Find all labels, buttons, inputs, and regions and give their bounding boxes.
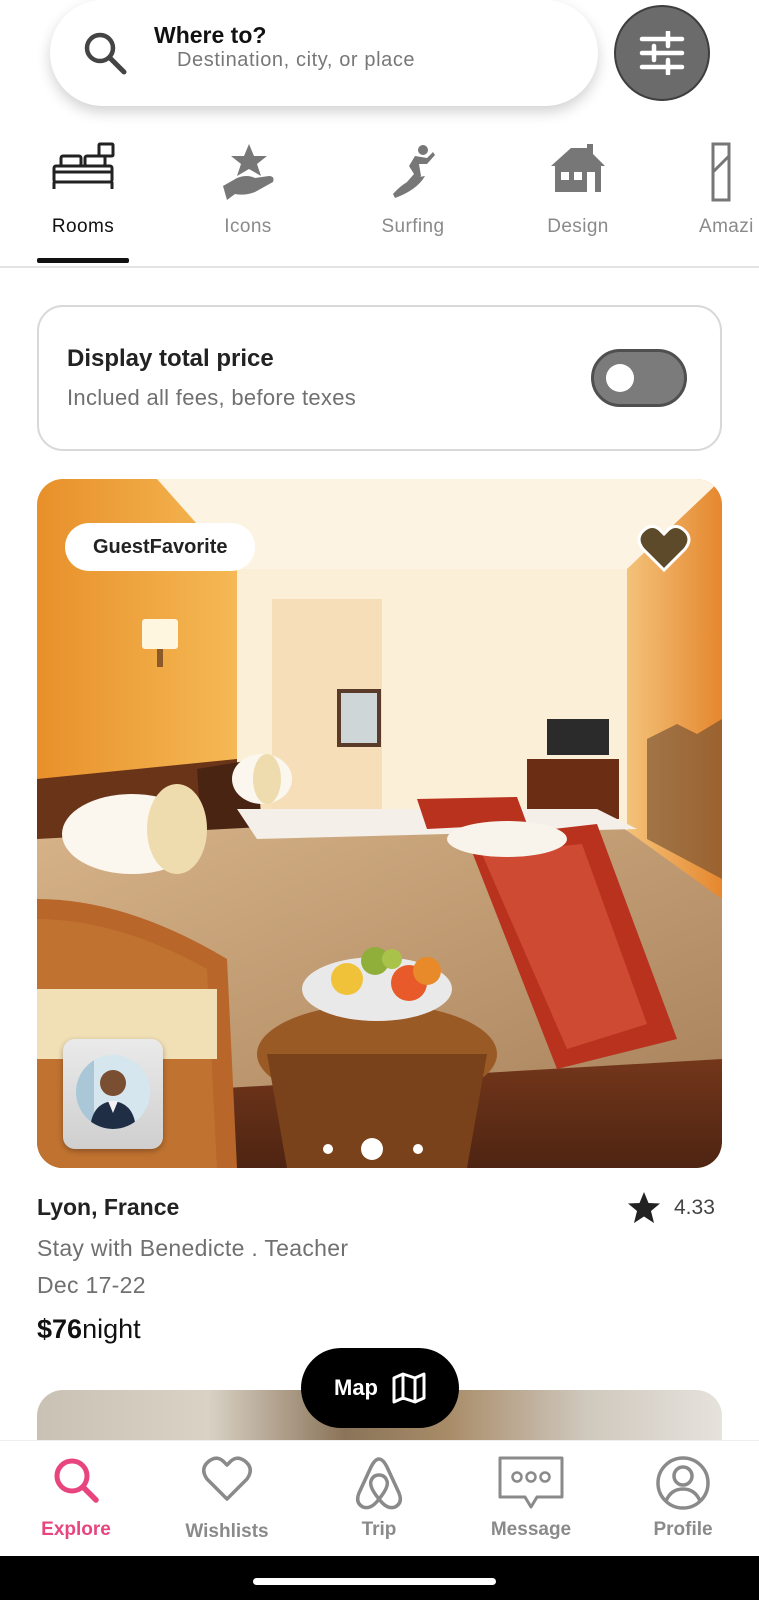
category-label: Rooms — [51, 216, 115, 237]
category-design[interactable]: Design — [518, 138, 638, 266]
toggle-knob — [606, 364, 634, 392]
surfer-icon — [393, 145, 435, 198]
listing-photo[interactable]: GuestFavorite — [37, 479, 722, 1168]
map-button[interactable]: Map — [301, 1348, 459, 1428]
guest-favorite-badge: GuestFavorite — [65, 523, 256, 571]
host-photo — [76, 1055, 150, 1129]
search-placeholder: Destination, city, or place — [177, 49, 416, 71]
nav-profile[interactable]: Profile — [618, 1441, 748, 1557]
category-label: Icons — [224, 216, 272, 237]
category-bar: Rooms Icons Surfing Design Amazi — [0, 138, 759, 268]
nav-message[interactable]: Message — [466, 1441, 596, 1557]
nav-explore[interactable]: Explore — [11, 1441, 141, 1557]
category-icons[interactable]: Icons — [188, 138, 308, 266]
nav-label: Profile — [653, 1519, 713, 1540]
category-rooms[interactable]: Rooms — [23, 138, 143, 266]
sliders-icon — [639, 31, 685, 75]
listing-host: Stay with Benedicte . Teacher — [37, 1235, 349, 1261]
listing-location: Lyon, France — [37, 1194, 180, 1220]
listing-price: $76night — [37, 1314, 141, 1345]
listing-dates: Dec 17-22 — [37, 1272, 146, 1298]
nav-label: Trip — [361, 1519, 397, 1540]
category-amazing[interactable]: Amazi — [683, 138, 759, 266]
star-icon — [628, 1192, 660, 1223]
heart-icon — [202, 1456, 252, 1501]
house-icon — [551, 144, 605, 192]
rating-value: 4.33 — [674, 1196, 715, 1219]
home-indicator[interactable] — [253, 1578, 496, 1585]
nav-label: Wishlists — [185, 1521, 269, 1542]
category-surfing[interactable]: Surfing — [353, 138, 473, 266]
nav-label: Explore — [41, 1519, 111, 1540]
bed-icon — [52, 142, 115, 189]
total-price-card: Display total price Inclued all fees, be… — [37, 305, 722, 451]
filter-button[interactable] — [614, 5, 710, 101]
search-icon — [54, 1458, 99, 1503]
category-label: Surfing — [381, 216, 445, 237]
category-label: Amazi — [699, 216, 754, 237]
total-price-subtitle: Inclued all fees, before texes — [67, 385, 357, 410]
building-icon — [711, 142, 731, 202]
search-bar[interactable]: Where to? Destination, city, or place — [50, 0, 598, 106]
map-icon — [392, 1372, 426, 1404]
search-icon — [84, 32, 127, 75]
pagination-dot[interactable] — [413, 1144, 423, 1154]
hand-star-icon — [223, 144, 274, 200]
favorite-heart-icon[interactable] — [637, 523, 691, 573]
nav-label: Message — [490, 1519, 572, 1540]
price-amount: $76 — [37, 1314, 83, 1344]
price-unit: night — [82, 1314, 141, 1344]
message-icon — [498, 1456, 564, 1509]
nav-trip[interactable]: Trip — [314, 1441, 444, 1557]
image-pagination — [37, 1138, 722, 1160]
listing-rating: 4.33 — [626, 1190, 715, 1226]
search-title: Where to? — [154, 22, 267, 48]
host-avatar[interactable] — [63, 1039, 163, 1149]
bottom-navigation: Explore Wishlists Trip Message Profile — [0, 1440, 759, 1556]
system-navigation-bar — [0, 1556, 759, 1600]
pagination-dot[interactable] — [323, 1144, 333, 1154]
profile-icon — [656, 1456, 710, 1510]
nav-wishlists[interactable]: Wishlists — [162, 1441, 292, 1557]
total-price-toggle[interactable] — [591, 349, 687, 407]
category-label: Design — [547, 216, 609, 237]
airbnb-logo-icon — [355, 1457, 403, 1510]
pagination-dot-active[interactable] — [361, 1138, 383, 1160]
total-price-title: Display total price — [67, 345, 274, 372]
map-label: Map — [334, 1375, 378, 1400]
active-category-indicator — [37, 258, 129, 263]
